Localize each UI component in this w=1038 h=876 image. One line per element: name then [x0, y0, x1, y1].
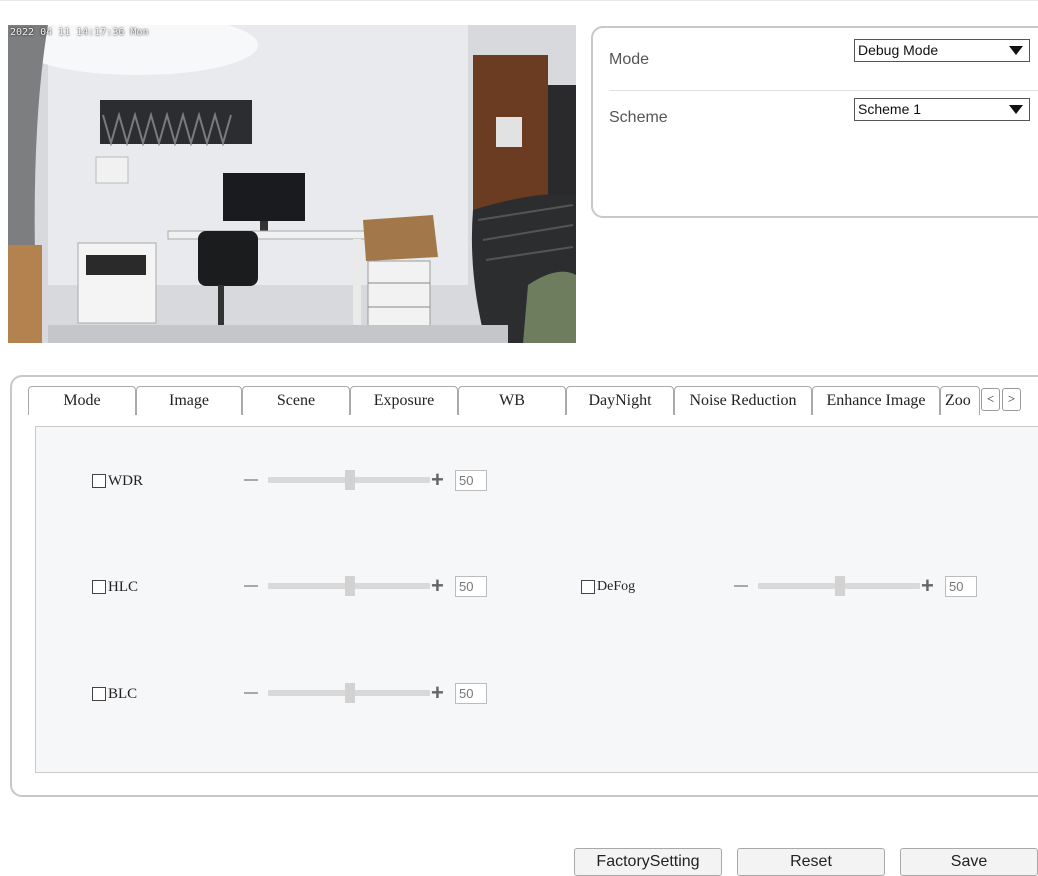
- blc-increase-button[interactable]: +: [431, 682, 444, 704]
- defog-checkbox[interactable]: [581, 580, 595, 594]
- defog-value-input[interactable]: 50: [945, 576, 977, 597]
- hlc-decrease-button[interactable]: [244, 585, 258, 587]
- tab-bar: Mode Image Scene Exposure WB DayNight No…: [28, 386, 1038, 415]
- top-divider: [0, 0, 1038, 1]
- tab-exposure[interactable]: Exposure: [350, 386, 458, 415]
- blc-label: BLC: [108, 686, 138, 702]
- tab-zoom[interactable]: Zoo: [940, 386, 980, 415]
- tab-daynight[interactable]: DayNight: [566, 386, 674, 415]
- enhance-image-content: WDR + 50 HLC + 50 DeFog + 50 BLC + 50: [35, 426, 1038, 773]
- tab-scroll-left-button[interactable]: <: [981, 388, 1000, 411]
- wdr-label: WDR: [108, 473, 143, 489]
- scheme-select[interactable]: Scheme 1: [854, 98, 1030, 121]
- reset-button[interactable]: Reset: [737, 848, 885, 876]
- hlc-checkbox[interactable]: [92, 580, 106, 594]
- defog-slider-handle[interactable]: [835, 576, 845, 596]
- factory-setting-button[interactable]: FactorySetting: [574, 848, 722, 876]
- mode-select[interactable]: Debug Mode: [854, 39, 1030, 62]
- mode-panel-divider: [609, 90, 1038, 91]
- tab-scroll-right-button[interactable]: >: [1002, 388, 1021, 411]
- defog-increase-button[interactable]: +: [921, 575, 934, 597]
- wdr-increase-button[interactable]: +: [431, 469, 444, 491]
- live-video-preview[interactable]: 2022 04 11 14:17:36 Mon: [8, 25, 576, 343]
- tab-scene[interactable]: Scene: [242, 386, 350, 415]
- blc-slider-handle[interactable]: [345, 683, 355, 703]
- mode-scheme-panel: Mode Debug Mode Scheme Scheme 1: [591, 26, 1038, 218]
- wdr-value-input[interactable]: 50: [455, 470, 487, 491]
- save-button[interactable]: Save: [900, 848, 1038, 876]
- tab-noise-reduction[interactable]: Noise Reduction: [674, 386, 812, 415]
- tab-enhance-image[interactable]: Enhance Image: [812, 386, 940, 415]
- wdr-checkbox[interactable]: [92, 474, 106, 488]
- video-timestamp: 2022 04 11 14:17:36 Mon: [10, 27, 149, 38]
- mode-label: Mode: [609, 51, 650, 68]
- wdr-decrease-button[interactable]: [244, 479, 258, 481]
- camera-scene-image: [8, 25, 576, 343]
- tab-image[interactable]: Image: [136, 386, 242, 415]
- image-settings-panel: Mode Image Scene Exposure WB DayNight No…: [10, 375, 1038, 797]
- mode-select-value: Debug Mode: [858, 42, 939, 58]
- defog-label: DeFog: [597, 579, 636, 594]
- blc-value-input[interactable]: 50: [455, 683, 487, 704]
- tab-mode[interactable]: Mode: [28, 386, 136, 415]
- chevron-down-icon: [1009, 46, 1023, 55]
- hlc-increase-button[interactable]: +: [431, 575, 444, 597]
- scheme-label: Scheme: [609, 109, 668, 126]
- blc-decrease-button[interactable]: [244, 692, 258, 694]
- tab-wb[interactable]: WB: [458, 386, 566, 415]
- wdr-slider-handle[interactable]: [345, 470, 355, 490]
- chevron-down-icon: [1009, 105, 1023, 114]
- hlc-slider-handle[interactable]: [345, 576, 355, 596]
- blc-checkbox[interactable]: [92, 687, 106, 701]
- defog-decrease-button[interactable]: [734, 585, 748, 587]
- hlc-label: HLC: [108, 579, 138, 595]
- scheme-select-value: Scheme 1: [858, 101, 922, 117]
- hlc-value-input[interactable]: 50: [455, 576, 487, 597]
